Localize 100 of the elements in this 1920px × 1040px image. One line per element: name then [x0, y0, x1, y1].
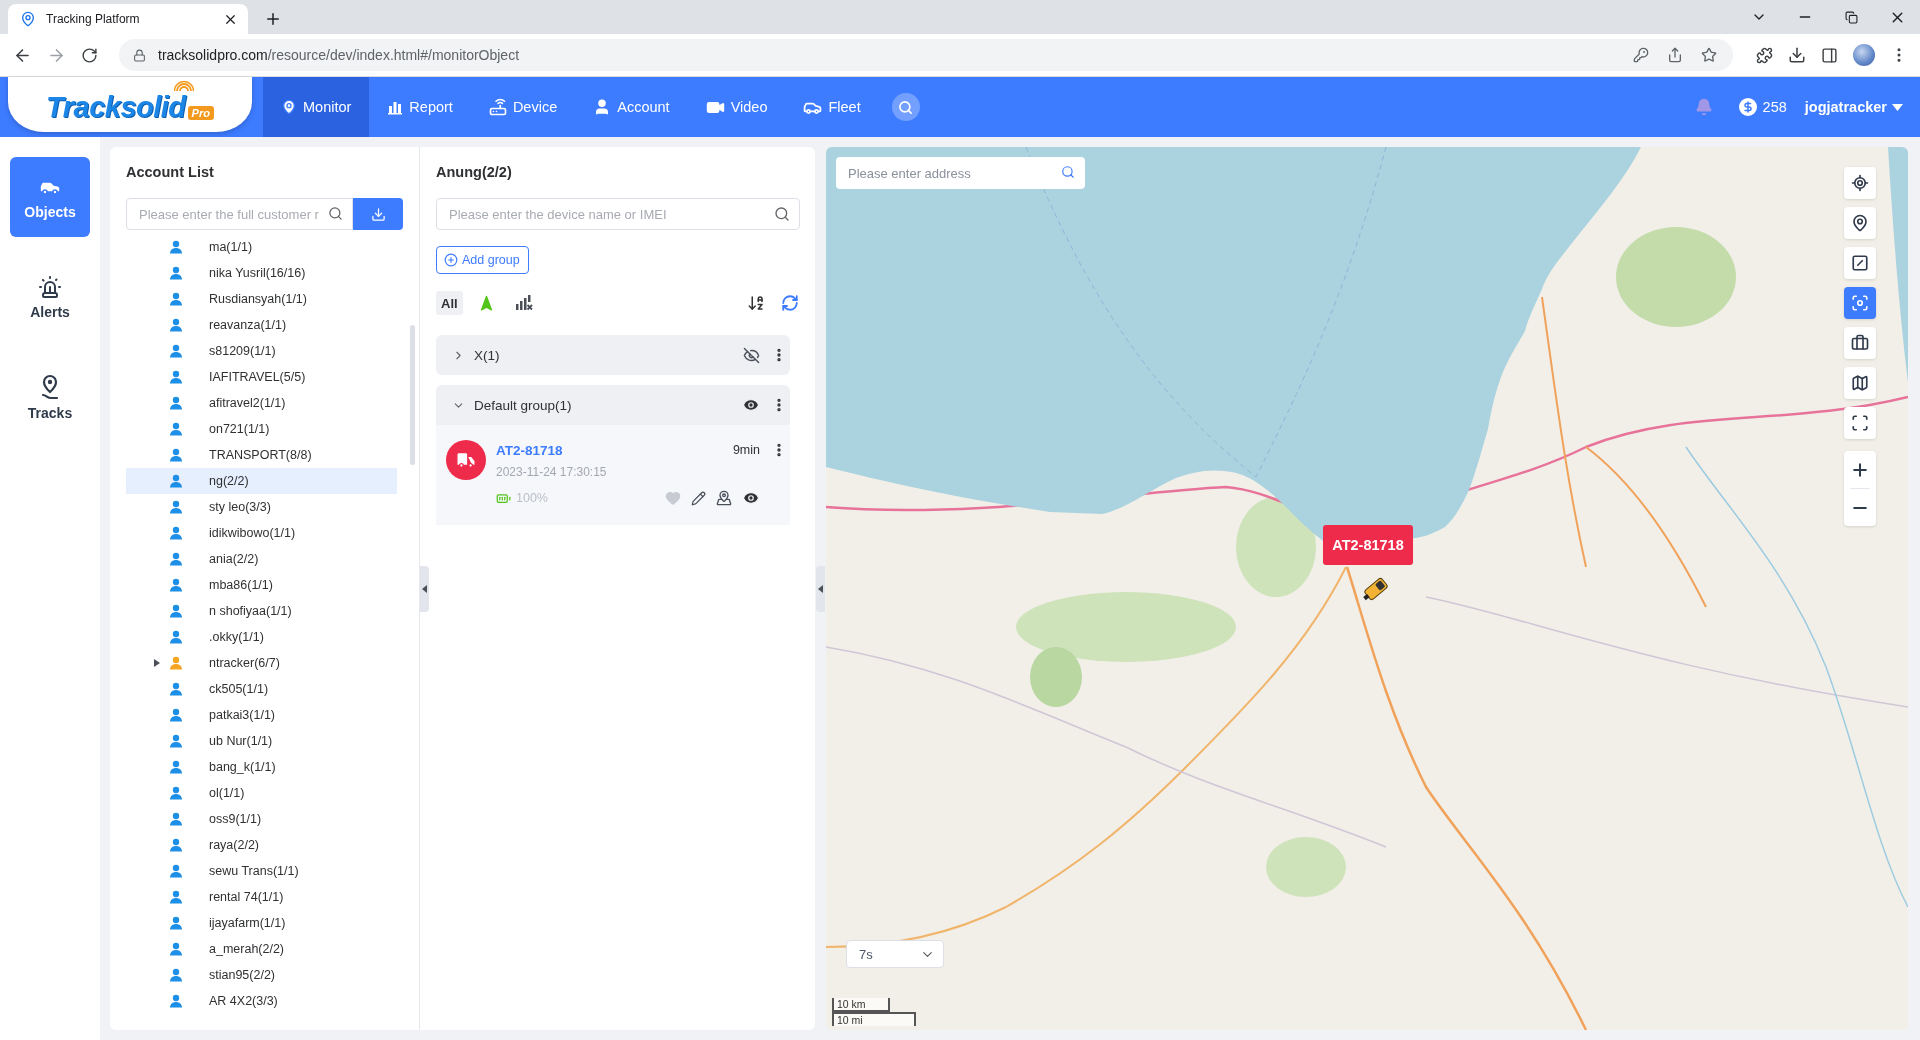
nav-tab[interactable]: Account	[575, 77, 688, 137]
account-row[interactable]: ol(1/1)	[126, 780, 397, 806]
account-row[interactable]: .okky(1/1)	[126, 624, 397, 650]
account-row[interactable]: TRANSPORT(8/8)	[126, 442, 397, 468]
address-bar[interactable]: tracksolidpro.com/resource/dev/index.html#/monitorObject	[119, 39, 1733, 71]
map-tool-button[interactable]	[1844, 207, 1876, 239]
account-row[interactable]: sewu Trans(1/1)	[126, 858, 397, 884]
search-icon	[774, 206, 790, 222]
nav-tab[interactable]: Fleet	[785, 77, 879, 137]
map-tool-button[interactable]	[1844, 247, 1876, 279]
account-row[interactable]: n shofiyaa(1/1)	[126, 598, 397, 624]
account-row[interactable]: afitravel2(1/1)	[126, 390, 397, 416]
account-row[interactable]: mba86(1/1)	[126, 572, 397, 598]
device-card[interactable]: AT2-81718 9min 2023-11-24 17:30:15 100%	[436, 425, 790, 525]
caret-icon[interactable]	[154, 659, 160, 667]
eye-icon[interactable]	[742, 396, 760, 414]
scale-bar: 10 km	[832, 998, 890, 1012]
scrollbar-thumb[interactable]	[410, 325, 415, 465]
group-header[interactable]: X(1)	[436, 335, 790, 375]
account-name: n shofiyaa(1/1)	[209, 604, 292, 618]
account-row[interactable]: Rusdiansyah(1/1)	[126, 286, 397, 312]
sort-icon[interactable]	[747, 294, 765, 312]
download-icon[interactable]	[1788, 46, 1806, 64]
nav-tab[interactable]: Device	[470, 77, 576, 137]
account-row[interactable]: idikwibowo(1/1)	[126, 520, 397, 546]
eye-icon[interactable]	[742, 489, 760, 507]
map-pin-icon	[281, 99, 297, 115]
address-search-field[interactable]: Please enter address	[836, 157, 1085, 189]
star-icon[interactable]	[1701, 47, 1717, 63]
filter-tab[interactable]: All	[436, 291, 463, 315]
collapse-handle[interactable]	[816, 566, 825, 612]
map-tool-button[interactable]	[1844, 407, 1876, 439]
key-icon[interactable]	[1633, 47, 1649, 63]
account-row[interactable]: ub Nur(1/1)	[126, 728, 397, 754]
reload-icon[interactable]	[81, 46, 98, 64]
account-row[interactable]: oss9(1/1)	[126, 806, 397, 832]
user-menu[interactable]: jogjatracker	[1804, 99, 1903, 115]
account-row[interactable]: s81209(1/1)	[126, 338, 397, 364]
collapse-handle[interactable]	[420, 566, 429, 612]
account-name: .okky(1/1)	[209, 630, 264, 644]
account-row[interactable]: reavanza(1/1)	[126, 312, 397, 338]
map-tool-button[interactable]	[1844, 167, 1876, 199]
download-button[interactable]	[353, 198, 403, 230]
search-field[interactable]: Please enter the device name or IMEI	[436, 198, 800, 230]
map-tool-button[interactable]	[1844, 327, 1876, 359]
account-row[interactable]: rental 74(1/1)	[126, 884, 397, 910]
map-pin-icon[interactable]	[716, 490, 732, 506]
balance-text: 258	[1762, 99, 1787, 115]
account-row[interactable]: ania(2/2)	[126, 546, 397, 572]
sidebar-item[interactable]: Alerts	[10, 257, 90, 337]
user-icon	[169, 682, 183, 696]
account-row[interactable]: IAFITRAVEL(5/5)	[126, 364, 397, 390]
fullscreen-icon	[1851, 414, 1869, 432]
device-name[interactable]: AT2-81718	[496, 442, 563, 458]
zoom-control[interactable]	[1844, 451, 1876, 526]
add-group-button[interactable]: Add group	[436, 246, 529, 274]
account-row[interactable]: stian95(2/2)	[126, 962, 397, 988]
account-row[interactable]: patkai3(1/1)	[126, 702, 397, 728]
account-row[interactable]: bang_k(1/1)	[126, 754, 397, 780]
search-field[interactable]: Please enter the full customer r	[126, 198, 353, 230]
account-row[interactable]: sty leo(3/3)	[126, 494, 397, 520]
account-row[interactable]: ng(2/2)	[126, 468, 397, 494]
refresh-interval-select[interactable]: 7s	[846, 940, 944, 968]
account-row[interactable]: ck505(1/1)	[126, 676, 397, 702]
nav-tab[interactable]: Monitor	[263, 77, 370, 137]
account-name: TRANSPORT(8/8)	[209, 448, 312, 462]
account-row[interactable]: on721(1/1)	[126, 416, 397, 442]
account-row[interactable]: raya(2/2)	[126, 832, 397, 858]
restore-icon[interactable]	[1844, 10, 1858, 24]
account-row[interactable]: a_merah(2/2)	[126, 936, 397, 962]
sidebar-item[interactable]: Objects	[10, 157, 90, 237]
nav-tab[interactable]: Report	[369, 77, 471, 137]
account-row[interactable]: ntracker(6/7)	[126, 650, 397, 676]
side-panel-icon[interactable]	[1821, 46, 1838, 64]
account-row[interactable]: ma(1/1)	[126, 234, 397, 260]
account-row[interactable]: AR 4X2(3/3)	[126, 988, 397, 1014]
account-name: AR 4X2(3/3)	[209, 994, 278, 1008]
account-row[interactable]: nika Yusril(16/16)	[126, 260, 397, 286]
sidebar-item[interactable]: Tracks	[10, 357, 90, 437]
share-icon[interactable]	[1667, 47, 1683, 63]
coin-icon	[1738, 98, 1757, 116]
account-name: mba86(1/1)	[209, 578, 273, 592]
refresh-icon[interactable]	[781, 294, 799, 312]
vehicle-label[interactable]: AT2-81718	[1323, 525, 1413, 565]
pencil-icon[interactable]	[691, 490, 706, 506]
nav-tab[interactable]: Video	[687, 77, 786, 137]
account-row[interactable]: ijayafarm(1/1)	[126, 910, 397, 936]
user-icon	[169, 656, 183, 670]
map-tool-button[interactable]	[1844, 367, 1876, 399]
puzzle-icon[interactable]	[1756, 46, 1773, 64]
browser-tab[interactable]: Tracking Platform	[8, 4, 248, 34]
avatar-icon[interactable]	[1853, 44, 1875, 66]
eye-off-icon[interactable]	[743, 346, 760, 364]
account-name: patkai3(1/1)	[209, 708, 275, 722]
group-header[interactable]: Default group(1)	[436, 385, 790, 425]
search-button[interactable]	[891, 93, 920, 121]
user-icon	[169, 994, 183, 1008]
user-icon	[169, 448, 183, 462]
user-icon	[169, 344, 183, 358]
plus-icon[interactable]	[264, 10, 282, 28]
